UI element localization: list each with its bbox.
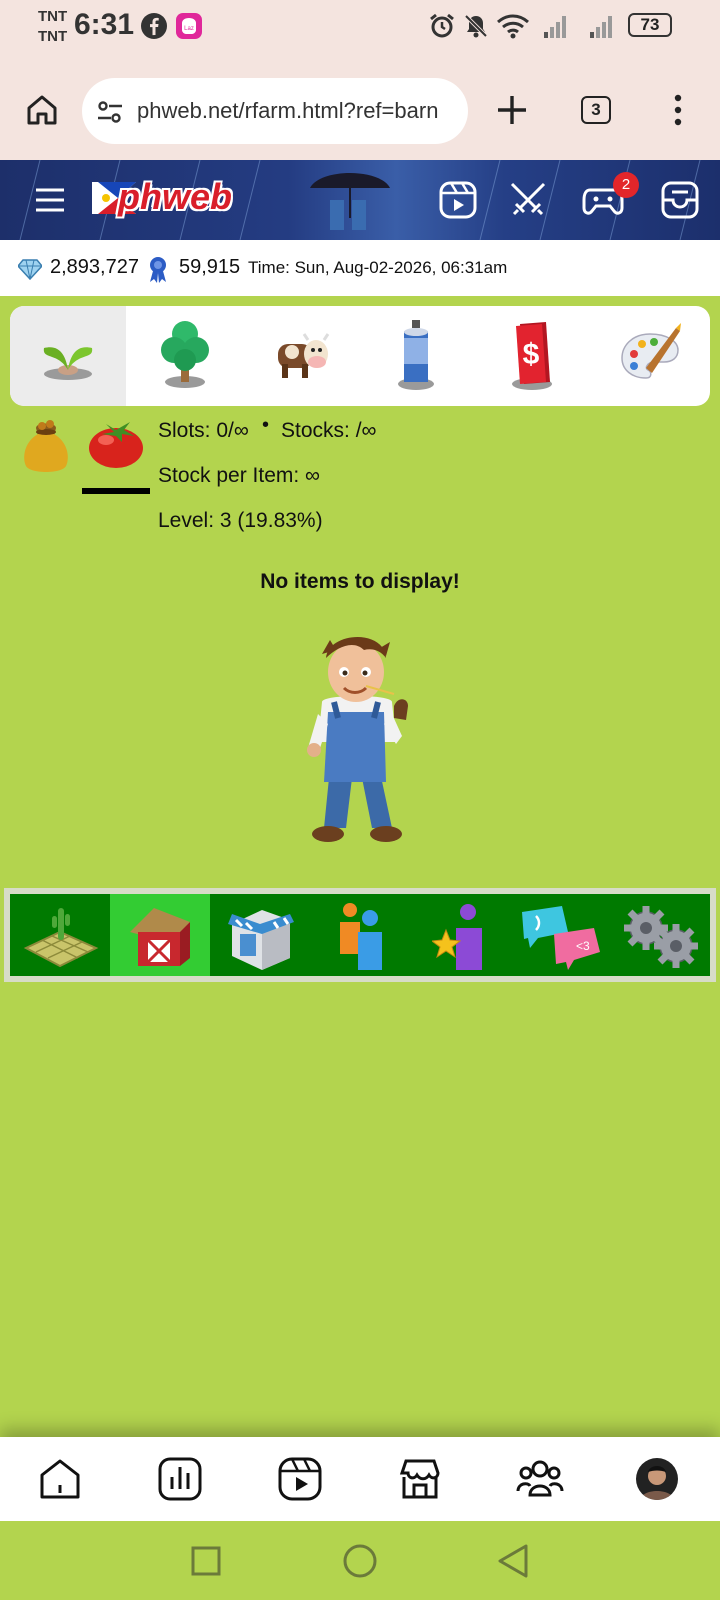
facebook-icon [141, 13, 167, 39]
farm-menu: <3 [4, 888, 716, 982]
medal-count: 59,915 [179, 256, 241, 278]
sprout-icon [43, 347, 93, 380]
gem-count: 2,893,727 [50, 256, 139, 278]
home-button-icon[interactable] [342, 1543, 378, 1579]
carrier-label: TNT [38, 28, 68, 45]
site-header: phweb 2 [0, 160, 720, 240]
browser-toolbar: phweb.net/rfarm.html?ref=barn 3 [0, 58, 720, 160]
wifi-icon [497, 14, 529, 39]
achievement-star-icon [432, 904, 482, 970]
medal-icon [150, 257, 166, 283]
dollar-card-icon: $ [512, 322, 552, 390]
address-bar[interactable]: phweb.net/rfarm.html?ref=barn [82, 78, 468, 144]
notification-badge: 2 [613, 172, 639, 198]
url-text: phweb.net/rfarm.html?ref=barn [137, 98, 439, 123]
farm-field-icon [23, 908, 99, 968]
tab-decor[interactable] [590, 306, 710, 406]
alarm-icon [430, 13, 454, 38]
hamburger-menu-icon[interactable] [34, 184, 66, 216]
back-icon[interactable] [496, 1543, 530, 1579]
home-nav-icon[interactable] [36, 1455, 84, 1503]
slots-label: Slots: 0/∞ [158, 419, 249, 442]
lazada-icon: Laz [176, 13, 202, 39]
menu-farm[interactable] [10, 894, 110, 976]
carrier-label: TNT [38, 8, 68, 25]
status-bar: TNT TNT 6:31 Laz 73 [0, 0, 720, 58]
neighbors-icon [340, 903, 382, 970]
reels-icon[interactable] [438, 180, 478, 220]
menu-shop[interactable] [210, 894, 310, 976]
stats-bar: 2,893,727 59,915 Time: Sun, Aug-02-2026,… [0, 240, 720, 296]
cow-icon [278, 333, 330, 378]
signal-icon [590, 16, 612, 38]
battery-indicator: 73 [628, 13, 672, 37]
chat-bubbles-icon: <3 [522, 906, 600, 970]
profile-avatar[interactable] [636, 1458, 678, 1500]
tomato-icon [89, 422, 143, 468]
menu-messages[interactable]: <3 [510, 894, 610, 976]
system-navigation [0, 1521, 720, 1600]
avatar-icon [640, 1466, 674, 1500]
empty-message: No items to display! [260, 570, 460, 593]
farmer-character [307, 636, 408, 842]
tab-seeds[interactable] [10, 306, 126, 406]
more-menu-icon[interactable] [664, 92, 692, 128]
tab-tools[interactable] [358, 306, 474, 406]
server-time: Time: Sun, Aug-02-2026, 06:31am [248, 258, 508, 277]
new-tab-icon[interactable] [494, 92, 530, 128]
site-settings-icon[interactable] [96, 98, 124, 126]
groups-nav-icon[interactable] [516, 1455, 564, 1503]
recents-icon[interactable] [190, 1545, 222, 1577]
paint-palette-icon [621, 323, 681, 379]
bottom-navigation [0, 1437, 720, 1521]
seed-bag-icon [24, 420, 68, 472]
svg-text:Laz: Laz [184, 26, 194, 32]
svg-text:<3: <3 [576, 939, 590, 953]
diamond-icon [18, 259, 42, 280]
stats-nav-icon[interactable] [156, 1455, 204, 1503]
tab-currency[interactable]: $ [474, 306, 590, 406]
shop-icon [228, 910, 294, 970]
marketplace-nav-icon[interactable] [396, 1455, 444, 1503]
signal-icon [544, 16, 566, 38]
site-logo[interactable]: phweb [118, 176, 232, 218]
farm-menu-bar: <3 [10, 894, 710, 976]
menu-achievements[interactable] [410, 894, 510, 976]
barn-tab-underline [82, 488, 150, 494]
stock-per-item-label: Stock per Item: ∞ [158, 464, 321, 487]
menu-neighbors[interactable] [310, 894, 410, 976]
svg-text:$: $ [523, 338, 540, 371]
level-label: Level: 3 (19.83%) [158, 509, 323, 532]
menu-settings[interactable] [610, 894, 710, 976]
battle-swords-icon[interactable] [508, 180, 548, 220]
barn-icon [130, 908, 190, 966]
stocks-label: Stocks: /∞ [281, 419, 377, 442]
mute-icon [464, 14, 488, 38]
tree-icon [161, 321, 209, 388]
separator-dot: • [262, 414, 270, 436]
menu-barn[interactable] [110, 894, 210, 976]
tab-switcher-button[interactable]: 3 [581, 96, 611, 124]
inbox-icon[interactable] [660, 180, 700, 220]
clock: 6:31 [74, 8, 135, 41]
tab-animals[interactable] [242, 306, 358, 406]
tab-trees[interactable] [126, 306, 242, 406]
home-icon[interactable] [24, 92, 60, 128]
spray-can-icon [398, 320, 434, 390]
category-tabs: $ [10, 306, 710, 406]
reels-nav-icon[interactable] [276, 1455, 324, 1503]
gears-icon [624, 906, 698, 968]
